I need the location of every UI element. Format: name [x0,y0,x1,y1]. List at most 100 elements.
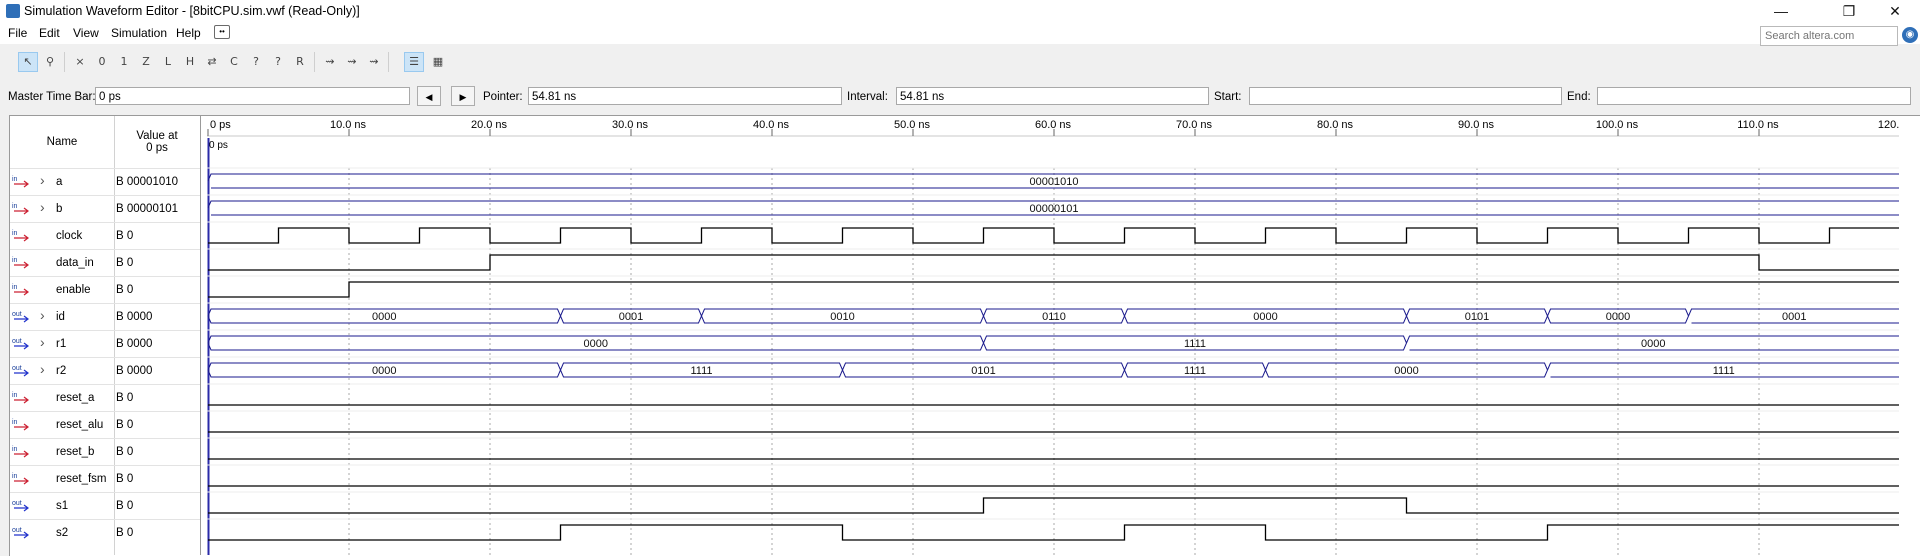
bus-value-label: 0001 [1782,311,1806,323]
menu-edit[interactable]: Edit [39,26,60,40]
expand-chevron-icon[interactable]: › [40,334,45,350]
start-field[interactable] [1249,87,1562,105]
search-box[interactable] [1760,26,1898,46]
signal-value: B 0 [116,446,134,458]
svg-text:in: in [12,284,18,291]
signal-row[interactable]: in reset_b B 0 [10,438,200,466]
waveform-settings-icon[interactable]: ▦ [428,52,448,72]
name-column-header[interactable]: Name [10,116,114,168]
svg-text:in: in [12,230,18,237]
count-value-icon[interactable]: C [224,52,244,72]
expand-chevron-icon[interactable]: › [40,199,45,215]
signal-name: enable [56,284,91,296]
previous-transition-button[interactable]: ◀ [417,86,441,106]
menu-file[interactable]: File [8,26,27,40]
signal-row[interactable]: in reset_a B 0 [10,384,200,412]
signal-row[interactable]: in › a B 00001010 [10,168,200,196]
bus-value-label: 0000 [1253,311,1277,323]
app-icon [6,4,20,18]
search-input[interactable] [1761,27,1897,45]
expand-chevron-icon[interactable]: › [40,361,45,377]
selection-tool-icon[interactable]: ↖ [18,52,38,72]
signal-row[interactable]: in data_in B 0 [10,249,200,277]
signal-row[interactable]: in reset_fsm B 0 [10,465,200,493]
signal-row[interactable]: out › r2 B 0000 [10,357,200,385]
input-pin-icon: in [12,283,32,298]
menu-help[interactable]: Help [176,26,201,40]
svg-text:out: out [12,527,22,534]
overwrite-clock-icon[interactable]: R [290,52,310,72]
master-time-bar-field[interactable]: 0 ps [95,87,410,105]
expand-chevron-icon[interactable]: › [40,307,45,323]
interval-field[interactable]: 54.81 ns [896,87,1209,105]
end-field[interactable] [1597,87,1911,105]
signal-row[interactable]: out › r1 B 0000 [10,330,200,358]
waveform-area[interactable]: 0 ps 10.0 ns 20.0 ns 30.0 ns 40.0 ns 50.0 ns 6… [207,116,1899,555]
time-tick-label: 70.0 ns [1176,119,1213,131]
signal-name: reset_alu [56,419,104,431]
weak-low-icon[interactable]: L [158,52,178,72]
minimize-icon[interactable]: — [1758,0,1804,22]
zoom-tool-icon[interactable]: ⚲ [40,52,60,72]
bus-value-label: 0000 [1641,338,1665,350]
time-tick-label: 30.0 ns [612,119,649,131]
signal-row[interactable]: out s1 B 0 [10,492,200,520]
title-bar: Simulation Waveform Editor - [8bitCPU.si… [0,0,1920,22]
signal-waveform[interactable] [208,254,1899,271]
bus-value-label: 1111 [1713,365,1735,377]
signal-row[interactable]: in reset_alu B 0 [10,411,200,439]
signal-value: B 0000 [116,311,153,323]
signal-value: B 00000101 [116,203,179,215]
input-pin-icon: in [12,445,32,460]
random-value-icon[interactable]: ? [268,52,288,72]
toolbar-separator [388,52,389,72]
bus-value-label: 0000 [1394,365,1418,377]
next-transition-button[interactable]: ▶ [451,86,475,106]
uninitialized-icon[interactable]: × [70,52,90,72]
snap-to-grid-icon[interactable]: ⇝ [320,52,340,72]
column-divider[interactable] [200,116,201,555]
signal-row[interactable]: in › b B 00000101 [10,195,200,223]
weak-high-icon[interactable]: H [180,52,200,72]
forcing-high-icon[interactable]: 1 [114,52,134,72]
signal-row[interactable]: in enable B 0 [10,276,200,304]
time-tick-label: 90.0 ns [1458,119,1495,131]
menu-bar: File Edit View Simulation Help •• [0,22,1920,44]
svg-text:out: out [12,365,22,372]
grid-size-icon[interactable]: ⇝ [342,52,362,72]
waveform-view-icon[interactable]: ☰ [404,52,424,72]
restore-icon[interactable]: ❐ [1826,0,1872,22]
bus-value-label: 1111 [690,365,712,377]
menu-simulation[interactable]: Simulation [111,26,167,40]
svg-text:out: out [12,338,22,345]
close-icon[interactable]: ✕ [1872,0,1918,22]
signal-row[interactable]: in clock B 0 [10,222,200,250]
menu-view[interactable]: View [73,26,99,40]
output-bus-icon: out [12,364,32,379]
find-transition-icon[interactable]: ⇝ [364,52,384,72]
svg-text:in: in [12,257,18,264]
toolbar [0,47,1920,75]
invert-icon[interactable]: ⇄ [202,52,222,72]
bus-value-label: 0110 [1042,311,1066,323]
high-impedance-icon[interactable]: Z [136,52,156,72]
bus-value-label: 0000 [372,365,396,377]
globe-icon[interactable]: ◉ [1902,27,1918,43]
help-chat-icon[interactable]: •• [214,25,230,39]
pointer-field[interactable]: 54.81 ns [528,87,842,105]
signal-waveform[interactable] [208,227,1899,244]
bus-value-label: 00001010 [1030,176,1079,188]
arbitrary-value-icon[interactable]: ? [246,52,266,72]
signal-value: B 0 [116,419,134,431]
signal-row[interactable]: out › id B 0000 [10,303,200,331]
svg-text:in: in [12,392,18,399]
signal-name: id [56,311,65,323]
forcing-low-icon[interactable]: 0 [92,52,112,72]
signal-row[interactable]: out s2 B 0 [10,519,200,547]
value-column-header[interactable]: Value at 0 ps [114,116,200,168]
expand-chevron-icon[interactable]: › [40,172,45,188]
signal-value: B 0 [116,392,134,404]
signal-waveform[interactable] [208,524,1899,541]
signal-waveform[interactable] [208,497,1899,514]
bus-value-label: 0101 [1465,311,1489,323]
